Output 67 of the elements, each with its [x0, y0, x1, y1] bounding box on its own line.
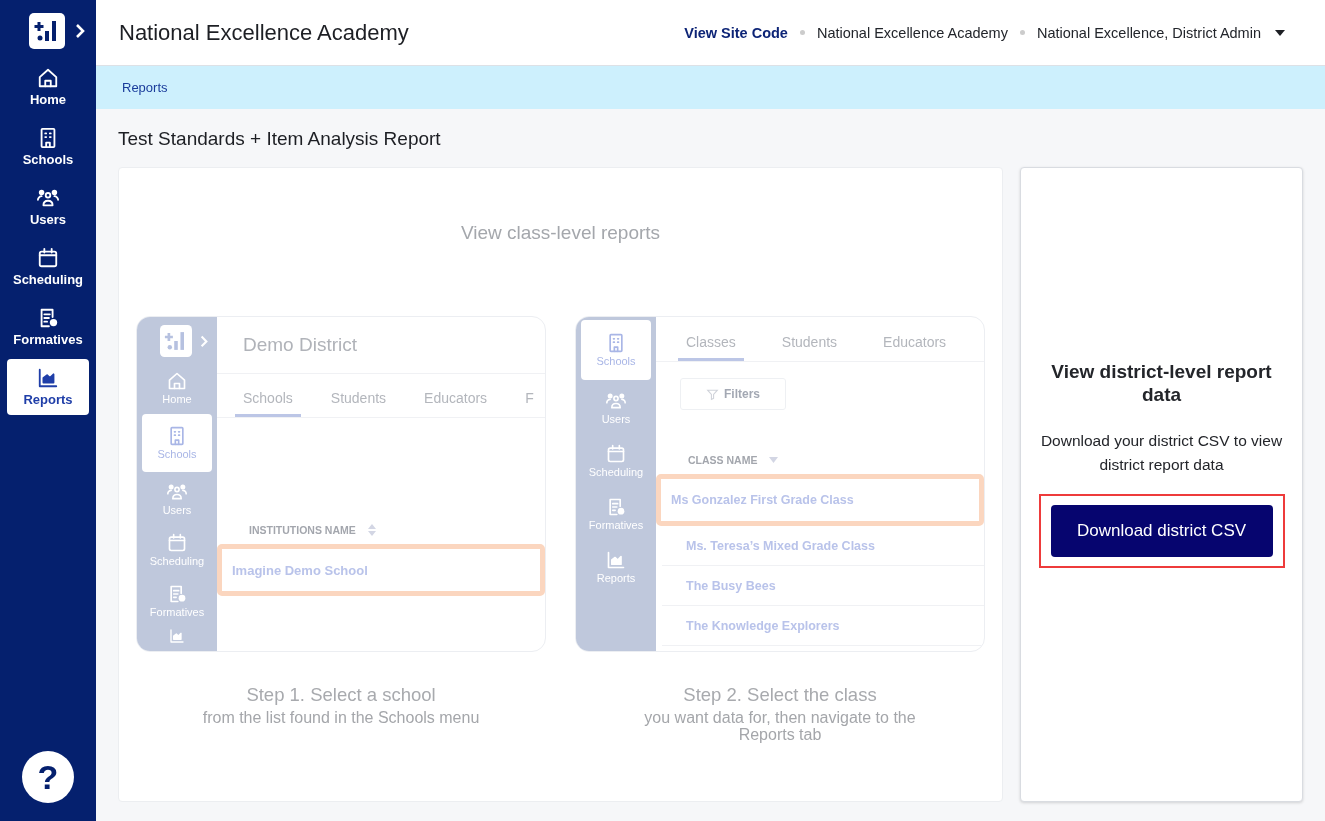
- list-row[interactable]: The Knowledge Explorers: [662, 606, 984, 646]
- step-title: Step 1. Select a school: [246, 684, 436, 706]
- user-menu[interactable]: National Excellence, District Admin: [1036, 24, 1261, 41]
- sort-icon[interactable]: [367, 524, 376, 536]
- district-title: Demo District: [243, 334, 357, 356]
- logo-icon: [160, 325, 192, 357]
- users-icon: [37, 187, 59, 209]
- download-csv-button[interactable]: Download district CSV: [1050, 504, 1273, 557]
- calendar-icon: [37, 247, 59, 269]
- filters-button[interactable]: Filters: [680, 378, 786, 410]
- nav-item[interactable]: Schools: [581, 320, 651, 380]
- tab[interactable]: Classes: [678, 334, 744, 361]
- tab[interactable]: F: [517, 390, 542, 417]
- school-name: National Excellence Academy: [816, 24, 1008, 41]
- panel-description: Download your district CSV to view district report data: [1040, 430, 1283, 475]
- nav-item[interactable]: Schools: [7, 119, 89, 175]
- building-icon: [167, 426, 187, 447]
- tab[interactable]: Schools: [235, 390, 301, 417]
- building-icon: [606, 333, 626, 353]
- nav-item[interactable]: Users: [142, 474, 212, 524]
- tab[interactable]: Educators: [416, 390, 496, 417]
- caret-icon[interactable]: [1275, 29, 1285, 36]
- panel-heading: View class-level reports: [460, 222, 661, 244]
- nav-item[interactable]: Formatives: [7, 299, 89, 355]
- chart-icon: [37, 367, 59, 389]
- page-title: Test Standards + Item Analysis Report: [118, 128, 441, 149]
- nav-item[interactable]: Scheduling: [7, 239, 89, 295]
- nav-item[interactable]: Home: [7, 59, 89, 115]
- list-row[interactable]: Ms Gonzalez First Grade Class: [656, 474, 984, 526]
- home-icon: [167, 370, 187, 391]
- help-button[interactable]: ?: [22, 751, 74, 803]
- column-header: INSTITUTIONS NAME: [249, 524, 356, 536]
- nav-item[interactable]: Schools: [142, 414, 212, 473]
- calendar-icon: [606, 443, 626, 464]
- calendar-icon: [167, 532, 187, 553]
- column-header: CLASS NAME: [688, 454, 758, 466]
- sort-down-icon[interactable]: [769, 457, 779, 463]
- step-description: you want data for, then navigate to the Reports tab: [643, 710, 917, 744]
- home-icon: [37, 67, 59, 89]
- list-row[interactable]: The Busy Bees: [662, 566, 984, 606]
- step-title: Step 2. Select the class: [683, 684, 877, 706]
- chevron-right-icon[interactable]: [75, 23, 85, 39]
- chart-icon: [169, 627, 185, 644]
- site-code-link[interactable]: View Site Code: [684, 24, 788, 41]
- logo-icon: [29, 13, 65, 49]
- chart-icon: [606, 549, 626, 570]
- nav-item[interactable]: Formatives: [581, 488, 651, 539]
- tab[interactable]: Students: [773, 334, 846, 361]
- nav-item[interactable]: Users: [581, 382, 651, 433]
- document-check-icon: [606, 496, 626, 517]
- nav-item[interactable]: Users: [7, 179, 89, 235]
- list-row[interactable]: Ms. Teresa’s Mixed Grade Class: [662, 526, 984, 566]
- nav-item[interactable]: Scheduling: [581, 435, 651, 486]
- tab[interactable]: Students: [322, 390, 395, 417]
- page-header-title: National Excellence Academy: [119, 19, 409, 45]
- step-description: from the list found in the Schools menu: [201, 710, 481, 727]
- nav-item[interactable]: Reports: [581, 541, 651, 592]
- panel-heading: View district-level report data: [1050, 361, 1273, 407]
- nav-item[interactable]: Formatives: [142, 576, 212, 626]
- filter-icon: [706, 387, 719, 401]
- tab[interactable]: Educators: [875, 334, 955, 361]
- list-row[interactable]: Imagine Demo School: [217, 544, 545, 596]
- document-check-icon: [167, 584, 187, 605]
- nav-item[interactable]: Reports: [7, 359, 89, 415]
- nav-item[interactable]: Scheduling: [142, 525, 212, 575]
- nav-item[interactable]: Home: [142, 363, 212, 413]
- breadcrumb-link[interactable]: Reports: [122, 80, 168, 95]
